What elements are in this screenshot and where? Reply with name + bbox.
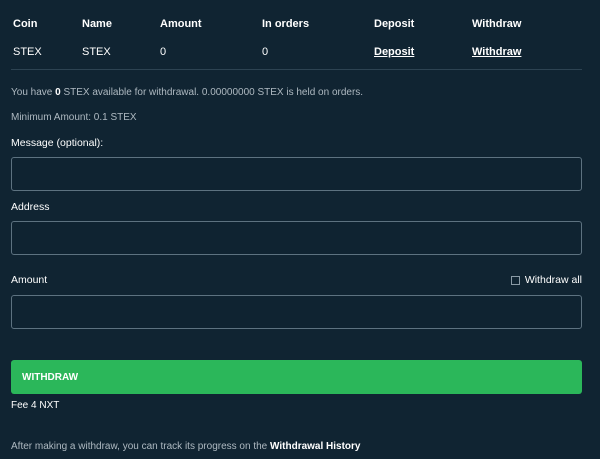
- info-suffix: STEX available for withdrawal. 0.0000000…: [60, 87, 364, 98]
- cell-withdraw: Withdraw: [470, 40, 582, 69]
- amount-label-row: Amount Withdraw all: [11, 274, 582, 286]
- table-header-row: Coin Name Amount In orders Deposit Withd…: [11, 12, 582, 40]
- message-label: Message (optional):: [11, 137, 104, 149]
- cell-amount: 0: [160, 46, 167, 58]
- withdraw-link[interactable]: Withdraw: [472, 46, 521, 58]
- footer-note: After making a withdraw, you can track i…: [11, 441, 361, 452]
- cell-in-orders: 0: [262, 46, 269, 58]
- amount-label: Amount: [11, 274, 48, 286]
- message-input[interactable]: [11, 157, 582, 191]
- header-amount: Amount: [160, 18, 202, 30]
- available-balance-info: You have 0 STEX available for withdrawal…: [11, 87, 582, 98]
- header-deposit: Deposit: [374, 18, 415, 30]
- balance-table: Coin Name Amount In orders Deposit Withd…: [11, 12, 582, 69]
- withdraw-all-label: Withdraw all: [524, 274, 582, 286]
- withdraw-page: Coin Name Amount In orders Deposit Withd…: [0, 12, 600, 459]
- table-divider: [11, 69, 582, 70]
- deposit-link[interactable]: Deposit: [374, 46, 414, 58]
- cell-name: STEX: [82, 46, 111, 58]
- header-in-orders: In orders: [262, 18, 310, 30]
- minimum-amount: Minimum Amount: 0.1 STEX: [11, 112, 137, 123]
- amount-input[interactable]: [11, 295, 582, 329]
- withdrawal-history-link[interactable]: Withdrawal History: [270, 441, 360, 452]
- info-prefix: You have: [11, 87, 56, 98]
- table-row: STEX STEX 0 0 Deposit Withdraw: [11, 40, 582, 69]
- header-name: Name: [82, 18, 112, 30]
- withdraw-all-checkbox[interactable]: [510, 275, 520, 285]
- fee-text: Fee 4 NXT: [11, 400, 60, 411]
- cell-coin: STEX: [13, 46, 42, 58]
- address-label: Address: [11, 201, 50, 213]
- header-withdraw: Withdraw: [472, 18, 522, 30]
- withdraw-button[interactable]: WITHDRAW: [11, 360, 582, 394]
- footer-text: After making a withdraw, you can track i…: [11, 441, 271, 452]
- cell-deposit: Deposit: [372, 40, 470, 69]
- header-coin: Coin: [13, 18, 38, 30]
- address-input[interactable]: [11, 221, 582, 255]
- withdraw-all-toggle[interactable]: Withdraw all: [510, 274, 582, 286]
